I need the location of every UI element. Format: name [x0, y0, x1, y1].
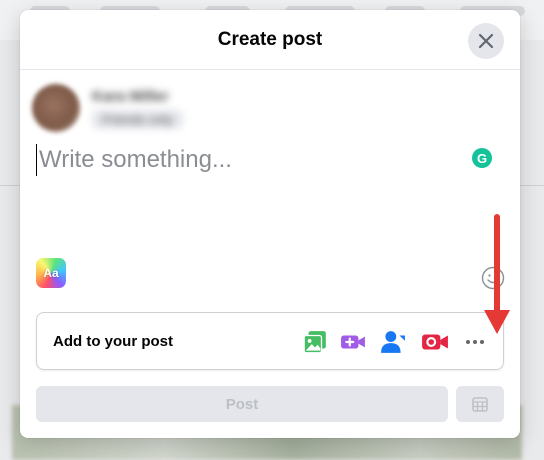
add-to-post-label: Add to your post: [53, 333, 173, 350]
avatar: [32, 84, 80, 132]
audience-selector[interactable]: Friends only: [92, 110, 183, 129]
background-divider: [520, 185, 544, 186]
dialog-header: Create post: [20, 10, 520, 70]
dialog-title: Create post: [217, 28, 323, 50]
tag-people-button[interactable]: [379, 328, 407, 356]
video-call-icon: [422, 334, 448, 350]
smiley-icon[interactable]: [481, 266, 505, 290]
more-options-button[interactable]: [461, 328, 489, 356]
post-text-input[interactable]: [36, 144, 456, 176]
live-video-icon: [341, 335, 365, 349]
tag-people-icon: [381, 331, 405, 353]
live-video-button[interactable]: [339, 328, 367, 356]
text-background-button[interactable]: Aa: [36, 258, 66, 288]
author-row: Kara Miller Friends only: [32, 82, 332, 134]
create-post-dialog: Create post Kara Miller Friends only G A…: [20, 10, 520, 438]
add-to-post-bar: Add to your post: [36, 312, 504, 370]
photo-video-button[interactable]: [301, 328, 329, 356]
calendar-icon: [472, 397, 488, 412]
video-call-button[interactable]: [421, 328, 449, 356]
schedule-button[interactable]: [456, 386, 504, 422]
more-icon: [466, 340, 484, 344]
grammarly-icon[interactable]: G: [472, 148, 492, 168]
post-button[interactable]: Post: [36, 386, 448, 422]
close-button[interactable]: [468, 23, 504, 59]
background-divider: [0, 185, 20, 186]
photo-video-icon: [303, 331, 326, 354]
close-icon: [478, 33, 494, 49]
author-name: Kara Miller: [92, 88, 169, 105]
